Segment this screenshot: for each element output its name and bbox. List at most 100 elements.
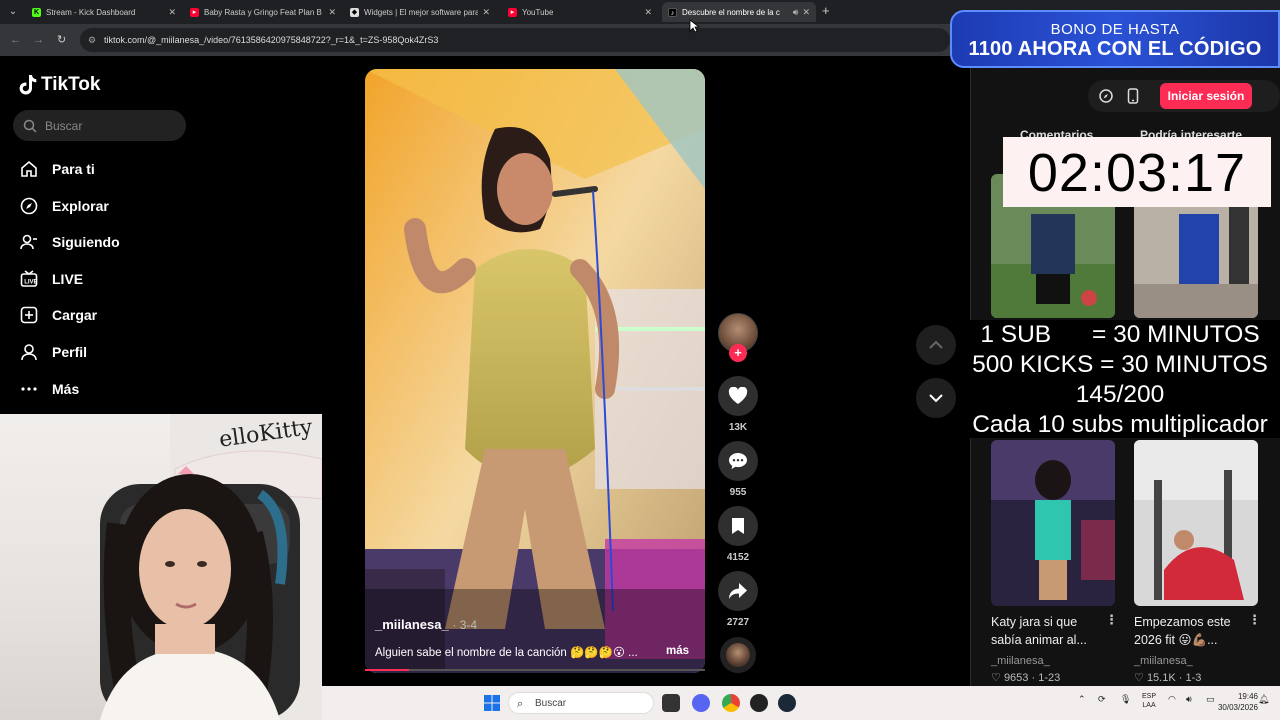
- thumb-image: [991, 440, 1115, 606]
- url-field[interactable]: ⚙ tiktok.com/@_miilanesa_/video/76135864…: [80, 28, 950, 52]
- site-info-icon[interactable]: ⚙: [88, 28, 96, 52]
- suggested-author[interactable]: _miilanesa_: [991, 655, 1050, 667]
- home-icon: [21, 160, 37, 177]
- nav-label: Perfil: [52, 344, 88, 360]
- music-disc-icon[interactable]: [720, 637, 756, 673]
- suggested-meta: ♡ 15.1K · 1-3: [1134, 672, 1202, 684]
- tab-title: Widgets | El mejor software para: [364, 7, 479, 17]
- heart-outline-icon: ♡: [991, 672, 1001, 684]
- nav-label: Más: [52, 381, 80, 397]
- refresh-tray-icon[interactable]: ⟳: [1098, 694, 1106, 705]
- suggested-title[interactable]: Empezamos este 2026 fit 😛💪🏽...: [1134, 613, 1239, 649]
- windows-taskbar: ⌕ Buscar ⌃ ⟳ 🎙︎ ESP LAA ◠ 🔊︎ ▭ 19:46 30/0…: [322, 686, 1280, 720]
- speaker-icon[interactable]: 🔊︎: [793, 7, 799, 18]
- tab-youtube[interactable]: ▸ YouTube ✕: [502, 2, 658, 22]
- task-view-icon[interactable]: [662, 694, 680, 712]
- nav-more[interactable]: Más: [20, 376, 220, 402]
- tab-youtube-song[interactable]: ▸ Baby Rasta y Gringo Feat Plan B ✕: [184, 2, 342, 22]
- more-options-icon[interactable]: ⋮: [1248, 612, 1261, 628]
- chrome-icon[interactable]: [722, 694, 740, 712]
- logo-text: TikTok: [41, 74, 101, 95]
- taskbar-search-placeholder: Buscar: [535, 698, 567, 709]
- comment-icon: [729, 453, 747, 469]
- compass-icon[interactable]: [1099, 89, 1113, 103]
- search-icon: [23, 119, 37, 133]
- notification-icon[interactable]: 🔔︎: [1258, 694, 1269, 705]
- save-button[interactable]: [718, 506, 758, 546]
- clock[interactable]: 19:46 30/03/2026: [1218, 691, 1258, 713]
- share-button[interactable]: [718, 571, 758, 611]
- tiktok-icon: [19, 75, 37, 95]
- nav-explore[interactable]: Explorar: [20, 193, 220, 219]
- tray-overflow-icon[interactable]: ⌃: [1078, 694, 1086, 705]
- nav-label: Cargar: [52, 307, 98, 323]
- discord-icon[interactable]: [692, 694, 710, 712]
- new-tab-button[interactable]: +: [822, 4, 830, 18]
- close-tab-icon[interactable]: ✕: [644, 7, 652, 18]
- language-indicator[interactable]: ESP LAA: [1142, 692, 1156, 710]
- nav-profile[interactable]: Perfil: [20, 339, 220, 365]
- thumb-image: [1134, 440, 1258, 606]
- author-name[interactable]: _miilanesa_: [375, 617, 449, 632]
- suggested-video-thumb-1[interactable]: [991, 440, 1115, 606]
- suggested-title[interactable]: Katy jara si que sabía animar al...: [991, 613, 1096, 649]
- video-player[interactable]: [365, 69, 705, 673]
- likes: 9653: [1003, 672, 1029, 684]
- tab-search-icon[interactable]: ⌄: [4, 4, 22, 20]
- phone-icon[interactable]: [1127, 88, 1139, 104]
- promo-banner: BONO DE HASTA 1100 AHORA CON EL CÓDIGO: [950, 10, 1280, 68]
- volume-icon[interactable]: 🔊︎: [1186, 694, 1192, 705]
- close-tab-icon[interactable]: ✕: [802, 7, 810, 18]
- close-tab-icon[interactable]: ✕: [168, 7, 176, 18]
- login-button[interactable]: Iniciar sesión: [1160, 83, 1252, 109]
- webcam-feed: elloKitty: [0, 414, 322, 720]
- kick-icon: K: [32, 7, 41, 17]
- more-options-icon[interactable]: ⋮: [1105, 612, 1118, 628]
- share-icon: [729, 583, 747, 599]
- svg-text:LIVE: LIVE: [24, 280, 37, 286]
- heart-outline-icon: ♡: [1134, 672, 1144, 684]
- like-button[interactable]: [718, 376, 758, 416]
- lang-top: ESP: [1142, 693, 1157, 700]
- close-tab-icon[interactable]: ✕: [482, 7, 490, 18]
- close-tab-icon[interactable]: ✕: [328, 7, 336, 18]
- nav-upload[interactable]: Cargar: [20, 302, 220, 328]
- nav-for-you[interactable]: Para ti: [20, 156, 220, 182]
- tab-widgets[interactable]: ◆ Widgets | El mejor software para ✕: [344, 2, 496, 22]
- progress-fill: [365, 669, 410, 671]
- compass-icon: [20, 197, 38, 215]
- follow-plus-icon[interactable]: +: [729, 344, 747, 362]
- suggested-video-thumb-2[interactable]: [1134, 440, 1258, 606]
- taskbar-search-input[interactable]: ⌕ Buscar: [508, 692, 654, 714]
- microphone-icon[interactable]: 🎙︎: [1120, 694, 1131, 705]
- back-icon[interactable]: ←: [10, 33, 21, 47]
- reload-icon[interactable]: ↻: [57, 33, 66, 47]
- nav-following[interactable]: Siguiendo: [20, 229, 220, 255]
- video-author[interactable]: _miilanesa_ · 3-4: [375, 617, 477, 632]
- tab-kick-dashboard[interactable]: K Stream - Kick Dashboard ✕: [26, 2, 182, 22]
- video-progress-bar[interactable]: [365, 669, 705, 671]
- steam-icon[interactable]: [778, 694, 796, 712]
- battery-icon[interactable]: ▭: [1206, 694, 1215, 705]
- tab-title: Stream - Kick Dashboard: [46, 7, 136, 17]
- previous-video-button[interactable]: [916, 325, 956, 365]
- nav-live[interactable]: LIVE LIVE: [20, 266, 220, 292]
- obs-icon[interactable]: [750, 694, 768, 712]
- date: 1-23: [1038, 672, 1061, 684]
- wifi-icon[interactable]: ◠: [1168, 694, 1176, 705]
- tiktok-icon: ♪: [668, 7, 677, 17]
- bookmark-icon: [732, 518, 744, 534]
- forward-icon[interactable]: →: [33, 33, 44, 47]
- tiktok-search-input[interactable]: Buscar: [13, 110, 186, 141]
- search-icon: ⌕: [517, 698, 524, 710]
- banner-line-2: 1100 AHORA CON EL CÓDIGO: [968, 38, 1262, 60]
- screen: ⌄ K Stream - Kick Dashboard ✕ ▸ Baby Ras…: [0, 0, 1280, 720]
- comment-button[interactable]: [718, 441, 758, 481]
- more-link[interactable]: más: [666, 645, 689, 657]
- next-video-button[interactable]: [916, 378, 956, 418]
- tab-tiktok-active[interactable]: ♪ Descubre el nombre de la c 🔊︎ ✕: [662, 2, 816, 22]
- suggested-author[interactable]: _miilanesa_: [1134, 655, 1193, 667]
- tiktok-logo[interactable]: TikTok: [18, 74, 100, 96]
- rule-line: Cada 10 subs multiplicador: [972, 411, 1268, 438]
- windows-start-icon[interactable]: [484, 695, 500, 711]
